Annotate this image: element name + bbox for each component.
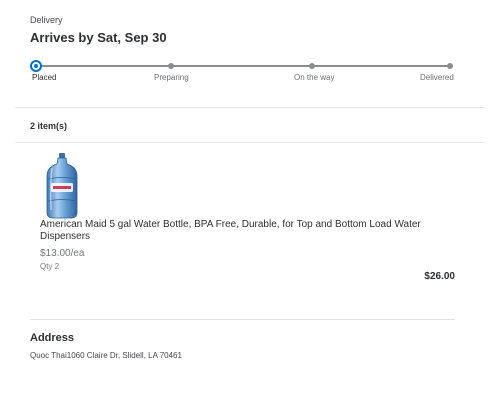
order-progress-tracker: Placed Preparing On the way Delivered	[30, 59, 454, 89]
step-placed-dot	[30, 60, 42, 72]
progress-track-line	[36, 65, 450, 67]
step-delivered-dot	[447, 63, 453, 69]
step-placed-label: Placed	[32, 73, 57, 82]
order-status-page: Delivery Arrives by Sat, Sep 30 Placed P…	[0, 0, 500, 404]
product-name-link[interactable]: American Maid 5 gal Water Bottle, BPA Fr…	[40, 219, 440, 243]
address-heading: Address	[30, 332, 75, 344]
water-bottle-image[interactable]	[44, 152, 80, 220]
shipping-address: Quoc Thai1060 Claire Dr, Slidell, LA 704…	[30, 351, 182, 360]
product-unit-price: $13.00/ea	[40, 248, 85, 259]
step-preparing-label: Preparing	[154, 73, 189, 82]
arrival-date-title: Arrives by Sat, Sep 30	[30, 30, 167, 45]
section-divider	[15, 142, 485, 143]
item-count: 2 item(s)	[30, 121, 68, 131]
step-on-the-way-dot	[309, 63, 315, 69]
product-quantity: Qty 2	[40, 262, 60, 271]
section-divider	[30, 319, 455, 320]
step-preparing-dot	[168, 63, 174, 69]
product-total-price: $26.00	[424, 271, 455, 282]
delivery-label: Delivery	[30, 15, 63, 25]
step-on-the-way-label: On the way	[294, 73, 335, 82]
section-divider	[15, 107, 485, 108]
step-delivered-label: Delivered	[420, 73, 454, 82]
